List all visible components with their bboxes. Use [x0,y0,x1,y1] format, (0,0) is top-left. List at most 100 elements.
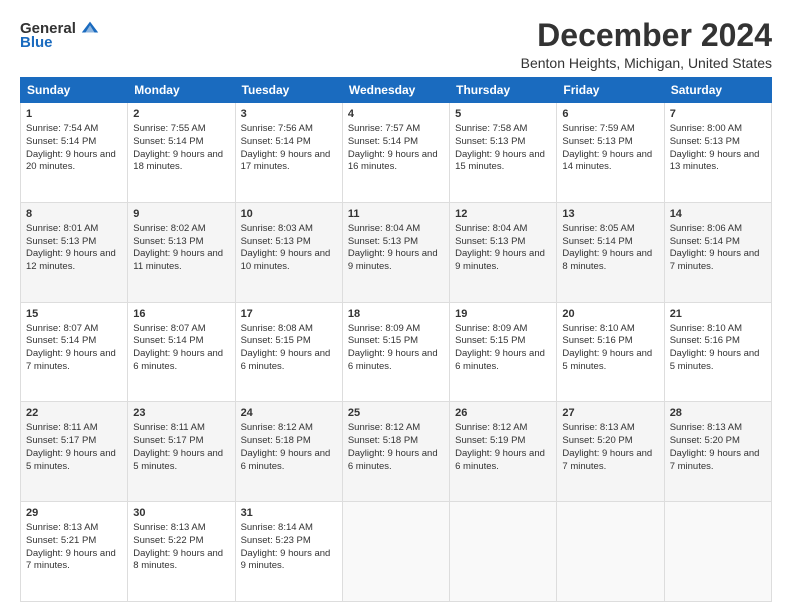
day-number: 16 [133,307,229,322]
calendar-header-monday: Monday [128,78,235,103]
sunrise-text: Sunrise: 8:09 AM [348,323,420,334]
sunrise-text: Sunrise: 8:14 AM [241,522,313,533]
sunrise-text: Sunrise: 8:12 AM [455,422,527,433]
day-number: 20 [562,307,658,322]
sunrise-text: Sunrise: 8:10 AM [670,323,742,334]
calendar-cell: 25Sunrise: 8:12 AMSunset: 5:18 PMDayligh… [342,402,449,502]
sunset-text: Sunset: 5:23 PM [241,535,311,546]
calendar-cell: 15Sunrise: 8:07 AMSunset: 5:14 PMDayligh… [21,302,128,402]
calendar-cell: 6Sunrise: 7:59 AMSunset: 5:13 PMDaylight… [557,103,664,203]
calendar-cell: 17Sunrise: 8:08 AMSunset: 5:15 PM Dayligh… [235,302,342,402]
daylight-text: Daylight: 9 hours and 16 minutes. [348,149,438,173]
daylight-text: Daylight: 9 hours and 14 minutes. [562,149,652,173]
logo-blue: Blue [20,34,53,51]
day-number: 11 [348,207,444,222]
sunset-text: Sunset: 5:13 PM [133,236,203,247]
sunrise-text: Sunrise: 8:03 AM [241,223,313,234]
day-number: 2 [133,107,229,122]
calendar-cell: 1Sunrise: 7:54 AMSunset: 5:14 PMDaylight… [21,103,128,203]
sunset-text: Sunset: 5:14 PM [133,136,203,147]
calendar-cell: 4Sunrise: 7:57 AMSunset: 5:14 PMDaylight… [342,103,449,203]
calendar-cell: 29Sunrise: 8:13 AM Sunset: 5:21 PM Dayligh… [21,502,128,602]
logo-icon [80,18,100,38]
daylight-text: Daylight: 9 hours and 6 minutes. [455,348,545,372]
calendar-cell: 23Sunrise: 8:11 AMSunset: 5:17 PMDayligh… [128,402,235,502]
calendar-cell: 5Sunrise: 7:58 AMSunset: 5:13 PMDaylight… [450,103,557,203]
sunset-text: Sunset: 5:14 PM [562,236,632,247]
calendar-cell: 22Sunrise: 8:11 AMSunset: 5:17 PMDayligh… [21,402,128,502]
sunrise-text: Sunrise: 8:13 AM [26,522,98,533]
calendar-cell: 11Sunrise: 8:04 AMSunset: 5:13 PMDayligh… [342,202,449,302]
sunset-text: Sunset: 5:13 PM [455,236,525,247]
calendar-week-row: 1Sunrise: 7:54 AMSunset: 5:14 PMDaylight… [21,103,772,203]
sunrise-text: Sunrise: 8:13 AM [562,422,634,433]
day-number: 5 [455,107,551,122]
daylight-text: Daylight: 9 hours and 6 minutes. [348,448,438,472]
daylight-text: Daylight: 9 hours and 20 minutes. [26,149,116,173]
sunset-text: Sunset: 5:17 PM [26,435,96,446]
sunrise-text: Sunrise: 8:13 AM [670,422,742,433]
daylight-text: Daylight: 9 hours and 9 minutes. [241,548,331,572]
sunset-text: Sunset: 5:21 PM [26,535,96,546]
daylight-text: Daylight: 9 hours and 15 minutes. [455,149,545,173]
calendar-cell [664,502,771,602]
sunrise-text: Sunrise: 8:02 AM [133,223,205,234]
calendar-header-saturday: Saturday [664,78,771,103]
calendar-cell: 28Sunrise: 8:13 AMSunset: 5:20 PMDayligh… [664,402,771,502]
calendar-cell: 12Sunrise: 8:04 AMSunset: 5:13 PMDayligh… [450,202,557,302]
subtitle: Benton Heights, Michigan, United States [521,55,772,71]
calendar-cell: 18Sunrise: 8:09 AMSunset: 5:15 PMDayligh… [342,302,449,402]
daylight-text: Daylight: 9 hours and 6 minutes. [241,348,331,372]
sunrise-text: Sunrise: 8:00 AM [670,123,742,134]
day-number: 4 [348,107,444,122]
sunrise-text: Sunrise: 8:06 AM [670,223,742,234]
calendar-cell: 31Sunrise: 8:14 AMSunset: 5:23 PMDayligh… [235,502,342,602]
sunrise-text: Sunrise: 8:11 AM [133,422,205,433]
daylight-text: Daylight: 9 hours and 5 minutes. [133,448,223,472]
day-number: 21 [670,307,766,322]
day-number: 24 [241,406,337,421]
sunrise-text: Sunrise: 8:11 AM [26,422,98,433]
sunset-text: Sunset: 5:15 PM [241,335,311,346]
day-number: 1 [26,107,122,122]
day-number: 17 [241,307,337,322]
sunrise-text: Sunrise: 8:12 AM [241,422,313,433]
day-number: 30 [133,506,229,521]
day-number: 25 [348,406,444,421]
day-number: 28 [670,406,766,421]
main-title: December 2024 [521,18,772,53]
day-number: 13 [562,207,658,222]
sunset-text: Sunset: 5:18 PM [241,435,311,446]
daylight-text: Daylight: 9 hours and 8 minutes. [133,548,223,572]
calendar-cell: 27Sunrise: 8:13 AMSunset: 5:20 PMDayligh… [557,402,664,502]
sunset-text: Sunset: 5:15 PM [348,335,418,346]
day-number: 9 [133,207,229,222]
calendar-cell: 30Sunrise: 8:13 AMSunset: 5:22 PMDayligh… [128,502,235,602]
day-number: 15 [26,307,122,322]
sunset-text: Sunset: 5:13 PM [670,136,740,147]
day-number: 29 [26,506,122,521]
daylight-text: Daylight: 9 hours and 6 minutes. [455,448,545,472]
sunrise-text: Sunrise: 8:07 AM [133,323,205,334]
daylight-text: Daylight: 9 hours and 10 minutes. [241,248,331,272]
daylight-text: Daylight: 9 hours and 9 minutes. [348,248,438,272]
calendar-cell: 9Sunrise: 8:02 AMSunset: 5:13 PMDaylight… [128,202,235,302]
sunrise-text: Sunrise: 8:08 AM [241,323,313,334]
sunset-text: Sunset: 5:14 PM [348,136,418,147]
title-block: December 2024 Benton Heights, Michigan, … [521,18,772,71]
sunset-text: Sunset: 5:22 PM [133,535,203,546]
day-number: 10 [241,207,337,222]
sunrise-text: Sunrise: 8:04 AM [455,223,527,234]
day-number: 19 [455,307,551,322]
sunset-text: Sunset: 5:19 PM [455,435,525,446]
calendar-header-row: SundayMondayTuesdayWednesdayThursdayFrid… [21,78,772,103]
daylight-text: Daylight: 9 hours and 7 minutes. [26,548,116,572]
sunset-text: Sunset: 5:14 PM [670,236,740,247]
sunset-text: Sunset: 5:13 PM [26,236,96,247]
day-number: 14 [670,207,766,222]
sunset-text: Sunset: 5:13 PM [348,236,418,247]
daylight-text: Daylight: 9 hours and 7 minutes. [26,348,116,372]
sunset-text: Sunset: 5:14 PM [133,335,203,346]
day-number: 8 [26,207,122,222]
calendar-cell: 2Sunrise: 7:55 AMSunset: 5:14 PMDaylight… [128,103,235,203]
